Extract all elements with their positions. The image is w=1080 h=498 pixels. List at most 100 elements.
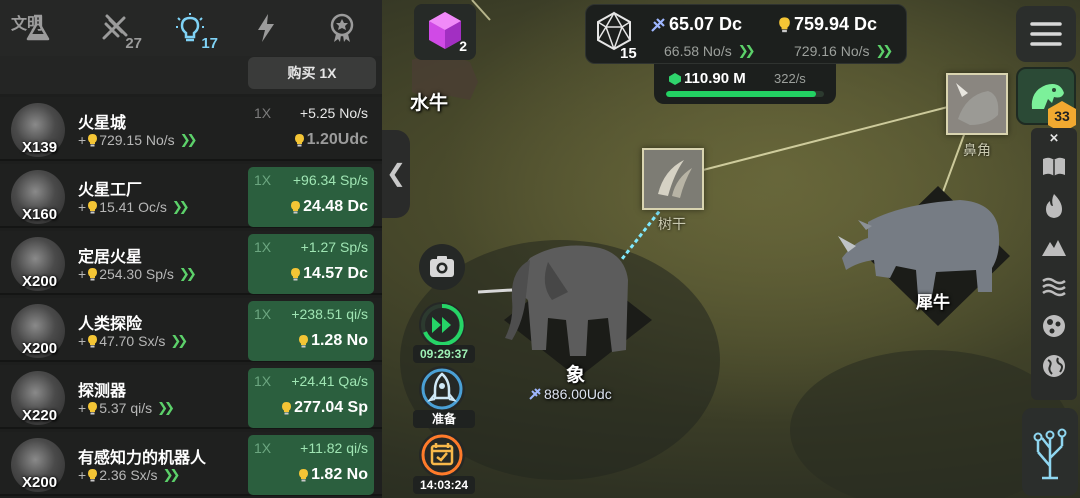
evolution-points-value: 110.90 M <box>684 70 746 87</box>
lightbulb-icon <box>291 201 301 214</box>
tusk-node[interactable] <box>642 148 704 210</box>
lightbulb-tab-count: 17 <box>201 35 218 52</box>
calendar-timer: 14:03:24 <box>413 476 475 494</box>
list-item: X220 探测器 + 5.37 qi/s ❯❯ 1X +24.41 Qa/s 2… <box>0 365 382 429</box>
lightning-icon <box>258 14 274 42</box>
building-rate: + 2.36 Sx/s ❯❯ <box>78 467 181 483</box>
idea-rate: 729.16 No/s ❯❯ <box>794 43 894 59</box>
owned-count: X160 <box>22 206 58 223</box>
cost: 14.57 Dc <box>290 265 368 283</box>
building-rate: + 47.70 Sx/s ❯❯ <box>78 333 188 349</box>
dna-icon <box>529 388 541 400</box>
buy-amount-button[interactable]: 购买 1X <box>248 57 376 89</box>
dna-tab-count: 27 <box>125 35 142 52</box>
dna-currency: 65.07 Dc <box>650 14 742 35</box>
lightbulb-icon <box>291 268 301 281</box>
book-icon[interactable] <box>1040 152 1068 180</box>
elephant-label: 象 <box>566 365 586 386</box>
building-rate: + 729.15 No/s ❯❯ <box>78 132 198 148</box>
buy-button[interactable]: 1X +24.41 Qa/s 277.04 Sp <box>248 368 374 428</box>
owned-count: X200 <box>22 273 58 290</box>
calendar-button[interactable] <box>419 432 465 478</box>
owned-count: X200 <box>22 474 58 491</box>
cost: 1.28 No <box>298 332 368 350</box>
hamburger-icon <box>1030 22 1062 46</box>
gem-cube-button[interactable]: 2 <box>414 4 476 60</box>
buffalo-label: 水牛 <box>410 93 449 114</box>
cost: 277.04 Sp <box>281 399 368 417</box>
lightbulb-icon <box>88 201 98 214</box>
rocket-ready-button[interactable] <box>419 366 465 412</box>
lightbulb-icon <box>294 134 304 147</box>
green-gem-icon <box>669 73 681 85</box>
cells-icon[interactable] <box>1040 312 1068 340</box>
fire-icon[interactable] <box>1040 192 1068 220</box>
calendar-icon <box>421 434 463 476</box>
building-name: 火星工厂 <box>78 182 143 199</box>
close-icon[interactable] <box>1040 132 1068 150</box>
speed-boost-button[interactable] <box>419 302 465 348</box>
building-rate: + 15.41 Oc/s ❯❯ <box>78 199 190 215</box>
owned-count: X200 <box>22 340 58 357</box>
list-item: X200 有感知力的机器人 + 2.36 Sx/s ❯❯ 1X +11.82 q… <box>0 432 382 496</box>
evolution-points-rate: 322/s <box>774 71 806 86</box>
building-rate: + 254.30 Sp/s ❯❯ <box>78 266 197 282</box>
building-name: 探测器 <box>78 383 127 400</box>
chevron-left-icon: ❮ <box>385 160 407 187</box>
buy-button[interactable]: 1X +5.25 No/s 1.20Udc <box>248 100 374 160</box>
buy-button[interactable]: 1X +11.82 qi/s 1.82 No <box>248 435 374 495</box>
list-item: X139 火星城 + 729.15 No/s ❯❯ 1X +5.25 No/s … <box>0 97 382 161</box>
evolution-progress-fill <box>666 91 817 97</box>
list-item: X160 火星工厂 + 15.41 Oc/s ❯❯ 1X +96.34 Sp/s… <box>0 164 382 228</box>
boost-chevron-icon: ❯❯ <box>171 199 190 214</box>
badge-count: 33 <box>1054 108 1070 124</box>
globe-icon[interactable] <box>1040 352 1068 380</box>
tusk-caption: 树干 <box>658 216 686 232</box>
tab-lightning[interactable] <box>228 0 304 56</box>
boost-chevron-icon: ❯❯ <box>162 467 181 482</box>
speed-boost-timer: 09:29:37 <box>413 345 475 363</box>
waves-icon[interactable] <box>1040 272 1068 300</box>
lightbulb-icon <box>88 268 98 281</box>
evolution-progress-bar <box>666 91 824 97</box>
building-name: 定居火星 <box>78 249 143 266</box>
medal-icon <box>330 13 354 42</box>
horn-node[interactable] <box>946 73 1008 135</box>
boost-chevron-icon: ❯❯ <box>157 400 175 415</box>
tab-lightbulb[interactable]: 17 <box>152 0 228 56</box>
buy-button[interactable]: 1X +96.34 Sp/s 24.48 Dc <box>248 167 374 227</box>
lightbulb-icon <box>88 402 98 415</box>
tab-dna[interactable]: 27 <box>76 0 152 56</box>
list-item: X200 人类探险 + 47.70 Sx/s ❯❯ 1X +238.51 qi/… <box>0 298 382 362</box>
rocket-ready-label: 准备 <box>413 410 475 428</box>
owned-count: X220 <box>22 407 58 424</box>
currency-panel: 15 65.07 Dc 66.58 No/s ❯❯ 759.94 Dc 729.… <box>585 4 907 64</box>
boost-chevron-icon: ❯❯ <box>875 43 894 58</box>
cost: 24.48 Dc <box>290 198 368 216</box>
lightbulb-icon <box>88 134 98 147</box>
building-rate: + 5.37 qi/s ❯❯ <box>78 400 175 416</box>
collapse-panel-button[interactable]: ❮ <box>382 130 410 218</box>
lightbulb-icon <box>88 469 98 482</box>
lightbulb-icon <box>779 17 790 33</box>
section-title: 文明 <box>11 16 44 33</box>
boost-chevron-icon: ❯❯ <box>737 43 756 58</box>
buy-button[interactable]: 1X +238.51 qi/s 1.28 No <box>248 301 374 361</box>
cost: 1.82 No <box>298 466 368 484</box>
tree-icon <box>1033 428 1067 480</box>
buy-button[interactable]: 1X +1.27 Sp/s 14.57 Dc <box>248 234 374 294</box>
boost-chevron-icon: ❯❯ <box>179 132 198 147</box>
lightbulb-icon <box>299 469 309 482</box>
camera-button[interactable] <box>419 244 465 290</box>
building-name: 火星城 <box>78 115 127 132</box>
tab-medal[interactable] <box>304 0 380 56</box>
building-name: 有感知力的机器人 <box>78 450 207 467</box>
dna-rate: 66.58 No/s ❯❯ <box>664 43 756 59</box>
menu-button[interactable] <box>1016 6 1076 62</box>
evolution-tree-button[interactable] <box>1022 408 1078 496</box>
mountain-icon[interactable] <box>1040 232 1068 260</box>
category-rail <box>1031 128 1077 400</box>
building-name: 人类探险 <box>78 316 143 333</box>
idea-currency: 759.94 Dc <box>778 14 877 35</box>
boost-chevron-icon: ❯❯ <box>170 333 188 348</box>
